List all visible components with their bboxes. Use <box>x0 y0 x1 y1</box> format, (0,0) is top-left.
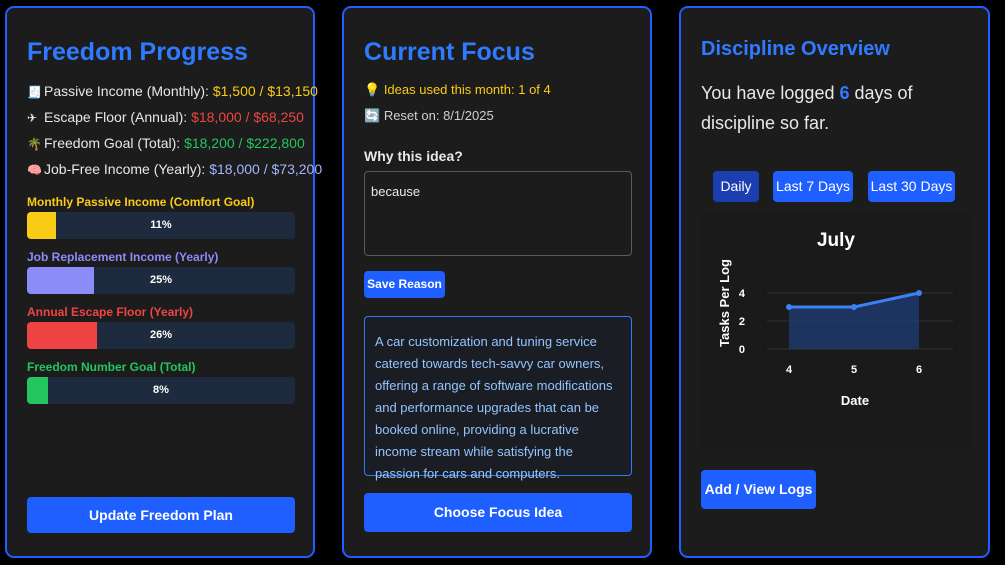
bar-label-freedom-number: Freedom Number Goal (Total) <box>27 360 196 374</box>
stat-label: Job-Free Income (Yearly): <box>44 161 206 177</box>
freedom-progress-card: Freedom Progress 🧾 Passive Income (Monthl… <box>5 6 322 558</box>
stat-value: $18,000 / $68,250 <box>191 109 304 125</box>
update-freedom-plan-button[interactable]: Update Freedom Plan <box>27 497 295 533</box>
chart-x-tick-label: 4 <box>786 364 793 376</box>
why-label: Why this idea? <box>364 148 463 164</box>
lightbulb-icon: 💡 <box>364 82 381 97</box>
current-focus-card: Current Focus 💡 Ideas used this month: 1… <box>342 6 652 558</box>
tasks-chart-svg: July Tasks Per Log Date 0 2 4 4 5 6 <box>717 230 953 408</box>
stat-escape-floor: ✈ Escape Floor (Annual): $18,000 / $68,25… <box>27 109 304 125</box>
range-last-7-days-button[interactable]: Last 7 Days <box>773 171 853 202</box>
stat-value: $1,500 / $13,150 <box>212 83 318 99</box>
stat-freedom-goal: 🌴 Freedom Goal (Total): $18,200 / $222,80… <box>27 135 305 151</box>
ideas-used-line: 💡 Ideas used this month: 1 of 4 <box>364 82 551 98</box>
progress-bar-job-replacement: 25% <box>27 267 295 294</box>
chart-x-axis-label: Date <box>841 393 869 408</box>
stat-passive-income: 🧾 Passive Income (Monthly): $1,500 / $13,… <box>27 83 318 99</box>
progress-percent: 26% <box>149 329 173 341</box>
chart-y-tick-label: 4 <box>739 288 746 300</box>
chart-point <box>851 304 857 310</box>
chart-point <box>786 304 792 310</box>
tasks-chart: July Tasks Per Log Date 0 2 4 4 5 6 <box>701 213 971 448</box>
refresh-icon: 🔄 <box>364 108 381 123</box>
chart-y-tick-label: 2 <box>739 316 745 328</box>
stat-label: Freedom Goal (Total): <box>44 135 181 151</box>
discipline-overview-card: Discipline Overview You have logged 6 da… <box>679 6 990 558</box>
freedom-progress-title: Freedom Progress <box>27 38 248 66</box>
ideas-used-text: Ideas used this month: 1 of 4 <box>383 82 551 97</box>
stat-value: $18,000 / $73,200 <box>209 161 323 177</box>
progress-bar-freedom-number: 8% <box>27 377 295 404</box>
chart-y-tick-label: 0 <box>739 344 745 356</box>
stat-label: Passive Income (Monthly): <box>44 83 209 99</box>
bar-label-escape-floor: Annual Escape Floor (Yearly) <box>27 305 194 319</box>
add-view-logs-button[interactable]: Add / View Logs <box>701 470 816 509</box>
why-textarea[interactable]: because <box>364 171 632 256</box>
reset-text: Reset on: 8/1/2025 <box>383 108 494 123</box>
progress-bar-monthly-passive: 11% <box>27 212 295 239</box>
focus-idea-description: A car customization and tuning service c… <box>364 316 632 481</box>
save-reason-button[interactable]: Save Reason <box>364 271 445 298</box>
plane-icon: ✈ <box>27 111 38 125</box>
chart-point <box>916 290 922 296</box>
choose-focus-idea-button[interactable]: Choose Focus Idea <box>364 493 632 532</box>
brain-icon: 🧠 <box>27 163 42 177</box>
logged-prefix: You have logged <box>701 83 840 103</box>
stat-value: $18,200 / $222,800 <box>184 135 305 151</box>
logged-days-count: 6 <box>839 83 850 103</box>
discipline-overview-title: Discipline Overview <box>701 38 890 60</box>
chart-marks <box>786 290 922 349</box>
logged-days-text: You have logged 6 days of discipline so … <box>701 78 976 138</box>
chart-title: July <box>817 230 855 251</box>
progress-percent: 8% <box>153 384 169 396</box>
chart-x-tick-label: 5 <box>851 364 857 376</box>
current-focus-title: Current Focus <box>364 38 535 66</box>
range-last-30-days-button[interactable]: Last 30 Days <box>868 171 955 202</box>
bar-label-monthly-passive: Monthly Passive Income (Comfort Goal) <box>27 195 255 209</box>
receipt-icon: 🧾 <box>27 85 42 99</box>
progress-percent: 25% <box>149 274 173 286</box>
chart-y-axis-label: Tasks Per Log <box>717 259 732 347</box>
bar-label-job-replacement: Job Replacement Income (Yearly) <box>27 250 219 264</box>
stat-label: Escape Floor (Annual): <box>44 109 188 125</box>
stat-job-free-income: 🧠 Job-Free Income (Yearly): $18,000 / $73… <box>27 161 322 177</box>
progress-bar-escape-floor: 26% <box>27 322 295 349</box>
progress-percent: 11% <box>150 219 172 231</box>
range-daily-button[interactable]: Daily <box>713 171 759 202</box>
palm-tree-icon: 🌴 <box>27 137 42 151</box>
chart-x-tick-label: 6 <box>916 364 922 376</box>
reset-line: 🔄 Reset on: 8/1/2025 <box>364 108 494 124</box>
chart-area-fill <box>789 293 919 349</box>
